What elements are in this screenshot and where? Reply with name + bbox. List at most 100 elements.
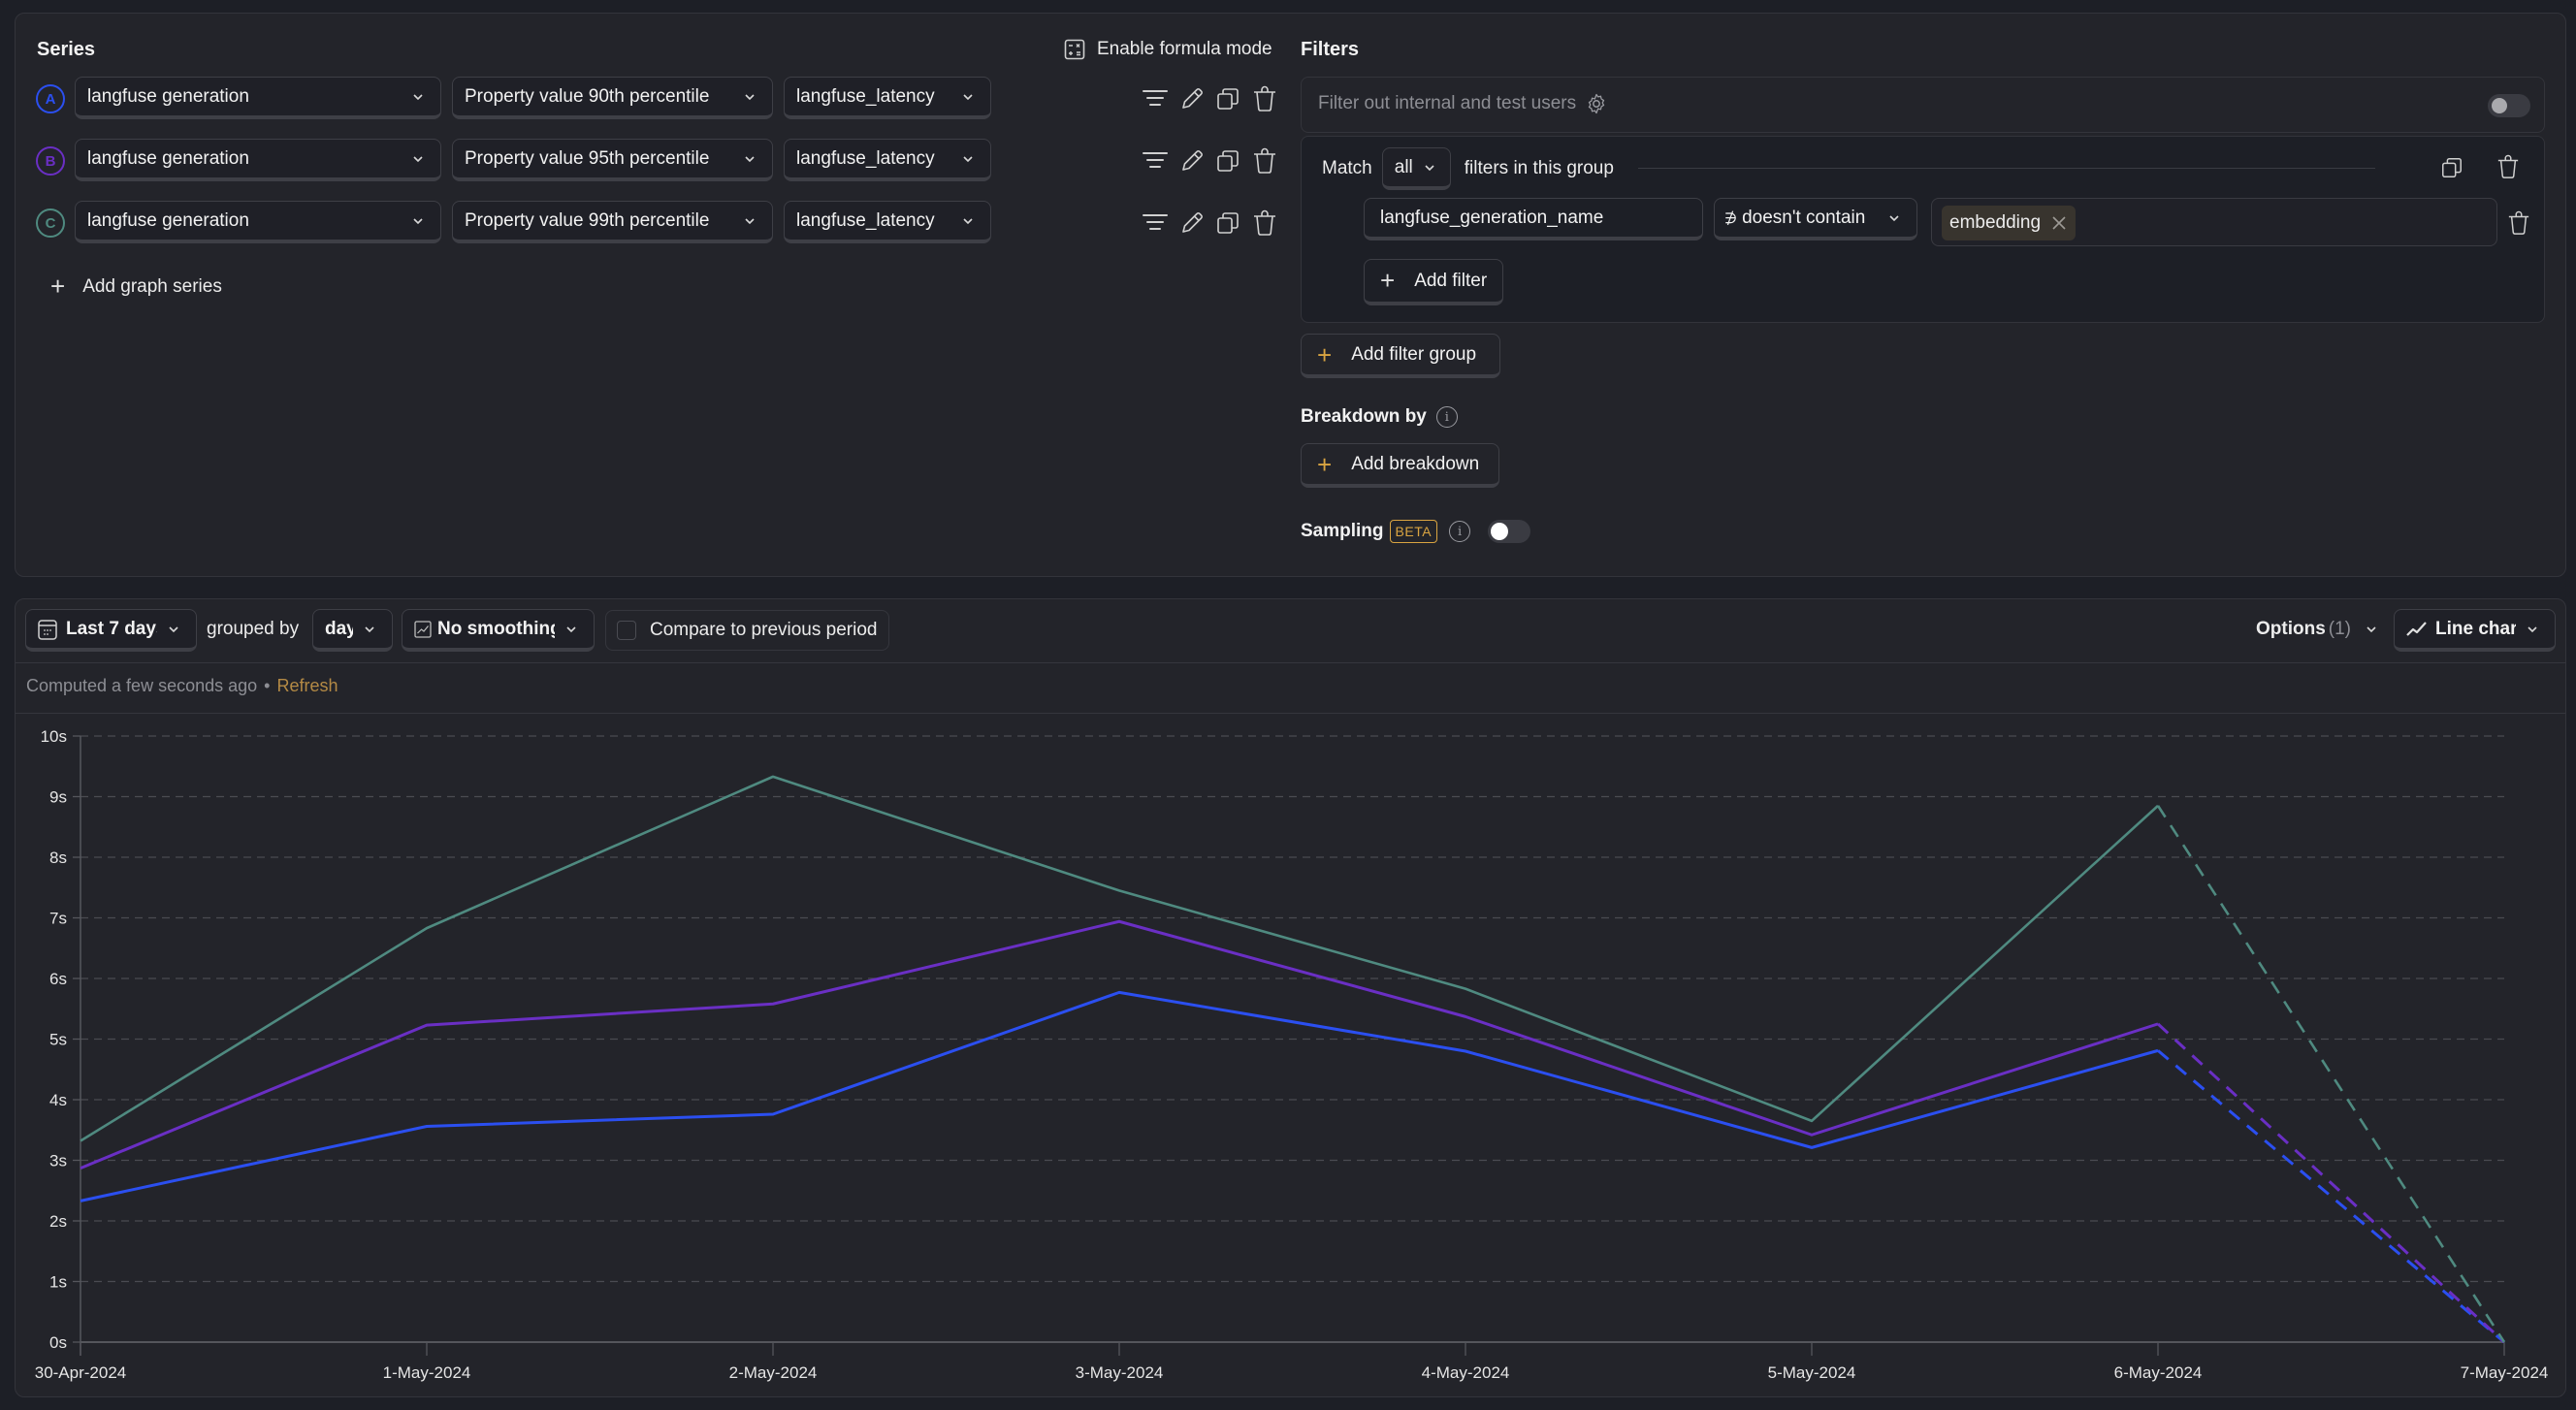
interval-dropdown[interactable]: day [312,609,393,652]
chevron-down-icon [169,625,178,632]
plus-icon: + [1380,266,1396,295]
add-breakdown-label: Add breakdown [1351,453,1480,474]
filter-value-input[interactable]: embedding [1931,198,2497,246]
add-filter-button[interactable]: + Add filter [1364,259,1504,305]
series-property-dropdown[interactable]: langfuse_latency [784,201,991,243]
series-filter-button[interactable] [1141,84,1170,113]
series-title: Series [37,39,96,60]
series-line-solid [80,919,2159,1170]
series-event-dropdown[interactable]: langfuse generation [75,201,441,243]
y-tick-label: 10s [41,727,67,746]
filter-value-chip-label: embedding [1949,212,2042,233]
series-line-incomplete [2157,1049,2505,1344]
chevron-down-icon [963,93,973,100]
duplicate-group-button[interactable] [2437,153,2466,182]
date-range-dropdown[interactable]: Last 7 days [25,609,197,652]
internal-users-toggle[interactable] [2488,94,2530,117]
series-letter-badge: B [36,146,65,176]
y-tick-label: 5s [49,1031,67,1049]
series-line-incomplete [2156,805,2506,1343]
add-graph-series-button[interactable]: + Add graph series [50,272,222,302]
series-property-value: langfuse_latency [796,85,935,107]
series-aggregation-dropdown[interactable]: Property value 95th percentile [452,139,773,181]
series-event-dropdown[interactable]: langfuse generation [75,139,441,181]
series-delete-button[interactable] [1250,208,1279,238]
delete-filter-button[interactable] [2504,208,2533,238]
chevron-down-icon [413,155,423,162]
series-property-dropdown[interactable]: langfuse_latency [784,77,991,119]
add-filter-group-label: Add filter group [1351,343,1477,365]
chart-type-dropdown[interactable]: Line chart [2394,609,2556,652]
status-divider [16,713,2565,714]
chevron-down-icon [745,155,755,162]
trash-icon [1254,147,1275,174]
info-icon[interactable]: i [1449,521,1471,542]
sampling-toggle[interactable] [1488,520,1531,543]
series-filter-button[interactable] [1141,208,1170,238]
series-property-dropdown[interactable]: langfuse_latency [784,139,991,181]
date-range-value: Last 7 days [66,618,157,639]
chevron-down-icon [365,625,374,632]
series-line-solid [80,775,2159,1142]
duplicate-icon [2442,158,2462,177]
duplicate-icon [1217,150,1239,172]
series-duplicate-button[interactable] [1213,84,1242,113]
x-tick-label: 7-May-2024 [2461,1363,2549,1382]
x-tick-label: 4-May-2024 [1422,1363,1510,1382]
filter-property-select[interactable]: langfuse_generation_name [1364,198,1703,240]
series-duplicate-button[interactable] [1213,208,1242,238]
series-property-value: langfuse_latency [796,147,935,169]
add-filter-group-button[interactable]: + Add filter group [1301,334,1500,378]
trash-icon [2508,210,2529,235]
series-delete-button[interactable] [1250,146,1279,176]
filter-property-value: langfuse_generation_name [1380,207,1604,228]
info-icon[interactable]: i [1435,406,1458,428]
series-edit-button[interactable] [1177,84,1207,113]
series-aggregation-value: Property value 90th percentile [465,85,710,107]
plus-icon: + [50,272,66,301]
series-aggregation-value: Property value 95th percentile [465,147,710,169]
x-tick-label: 5-May-2024 [1768,1363,1856,1382]
y-tick-label: 2s [49,1212,67,1231]
series-aggregation-dropdown[interactable]: Property value 99th percentile [452,201,773,243]
series-delete-button[interactable] [1250,84,1279,113]
chevron-down-icon [413,217,423,224]
gear-icon[interactable] [1586,93,1607,114]
y-tick-label: 9s [49,788,67,807]
series-line-incomplete [2156,1022,2506,1344]
match-mode-dropdown[interactable]: all [1381,147,1451,190]
y-tick-label: 8s [49,849,67,867]
chevron-down-icon [745,217,755,224]
series-aggregation-dropdown[interactable]: Property value 90th percentile [452,77,773,119]
y-tick-label: 3s [49,1152,67,1170]
series-event-value: langfuse generation [87,209,249,231]
match-suffix-label: filters in this group [1464,158,1614,178]
enable-formula-mode-label: Enable formula mode [1097,39,1272,59]
add-breakdown-button[interactable]: + Add breakdown [1301,443,1499,488]
chevron-down-icon [413,93,423,100]
refresh-link[interactable]: Refresh [276,676,338,696]
line-chart-icon [2406,621,2427,636]
filter-operator-dropdown[interactable]: ∌ doesn't contain [1714,198,1917,240]
computed-text: Computed a few seconds ago [26,676,258,695]
series-edit-button[interactable] [1177,146,1207,176]
smoothing-dropdown[interactable]: No smoothing [402,609,595,652]
close-icon[interactable] [2050,214,2068,232]
enable-formula-mode-button[interactable]: Enable formula mode [1064,39,1272,60]
y-tick-label: 1s [49,1273,67,1292]
x-tick-label: 3-May-2024 [1076,1363,1164,1382]
series-edit-button[interactable] [1177,208,1207,238]
compare-previous-period-checkbox[interactable]: Compare to previous period [605,610,889,651]
pencil-icon [1182,150,1203,171]
beta-badge: BETA [1389,520,1438,543]
x-tick-label: 1-May-2024 [383,1363,471,1382]
filter-icon [1143,152,1168,168]
smoothing-value: No smoothing [437,618,555,639]
internal-users-filter-label: Filter out internal and test users [1318,93,1577,113]
delete-group-button[interactable] [2494,152,2523,181]
filter-group: Match all filters in this group langfuse… [1301,136,2545,323]
series-duplicate-button[interactable] [1213,146,1242,176]
series-filter-button[interactable] [1141,146,1170,176]
options-dropdown[interactable]: Options (1) [2256,619,2378,640]
series-event-dropdown[interactable]: langfuse generation [75,77,441,119]
